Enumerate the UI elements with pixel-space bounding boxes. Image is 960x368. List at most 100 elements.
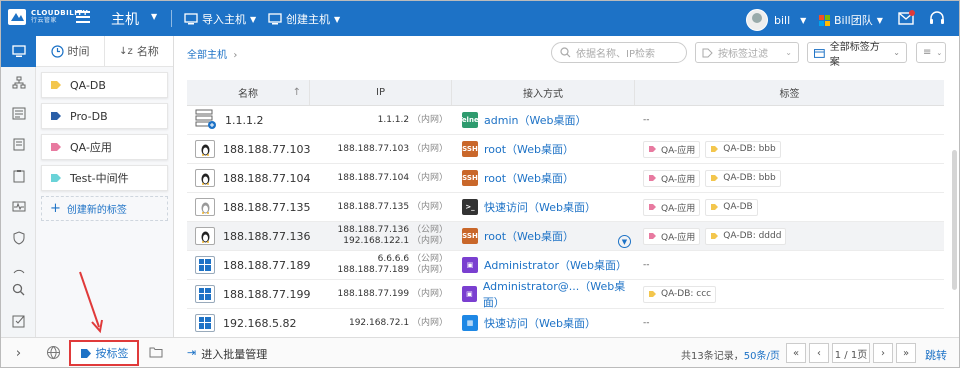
- col-tags[interactable]: 标签: [635, 80, 944, 105]
- tag-chip[interactable]: QA-应用: [643, 227, 701, 245]
- sort-az-icon: ↓z: [119, 45, 133, 57]
- table-header: 名称 ↑ IP 接入方式 标签: [187, 80, 944, 106]
- nav-monitor-icon[interactable]: [1, 191, 36, 222]
- message-icon[interactable]: [898, 10, 916, 26]
- sort-by-time-button[interactable]: 时间: [36, 36, 105, 66]
- globe-icon[interactable]: [46, 345, 61, 360]
- tag-item[interactable]: QA-DB: [41, 72, 168, 98]
- nav-search-icon[interactable]: [1, 274, 36, 305]
- tag-chip[interactable]: QA-DB: ccc: [643, 285, 717, 303]
- tag-item[interactable]: Test-中间件: [41, 165, 168, 191]
- by-tag-button[interactable]: 按标签: [69, 340, 139, 366]
- host-name[interactable]: 1.1.1.2: [187, 109, 310, 132]
- access-link[interactable]: ▦ 快速访问（Web桌面）: [452, 315, 635, 331]
- tag-scheme-select[interactable]: 全部标签方案 ⌄: [807, 42, 907, 68]
- table-row[interactable]: 192.168.5.82 192.168.72.1 （内网） ▦ 快速访问（Web桌面…: [187, 309, 944, 338]
- table-row[interactable]: 188.188.77.104 188.188.77.104 （内网） SSH root…: [187, 164, 944, 193]
- prev-page-button[interactable]: ‹: [809, 343, 829, 363]
- enter-icon: ⇥: [187, 346, 197, 359]
- page-title[interactable]: 主机: [111, 9, 139, 29]
- create-host-button[interactable]: 创建主机 ▼: [268, 11, 340, 27]
- dropdown-circle-icon[interactable]: ▼: [618, 235, 631, 248]
- ssh-icon: SSH: [462, 170, 478, 186]
- host-name[interactable]: 188.188.77.135: [187, 198, 310, 216]
- tag-chip[interactable]: QA-DB: dddd: [705, 227, 787, 245]
- nav-tasks-icon[interactable]: [1, 305, 36, 336]
- scrollbar[interactable]: [952, 150, 957, 290]
- nav-security-icon[interactable]: [1, 222, 36, 253]
- per-page-select[interactable]: 50条/页: [744, 351, 780, 362]
- tag-icon: [51, 81, 61, 89]
- col-ip[interactable]: IP: [310, 80, 452, 105]
- table-row[interactable]: 188.188.77.189 6.6.6.6 （公网） 188.188.77.189…: [187, 251, 944, 280]
- ssh-icon: SSH: [462, 141, 478, 157]
- host-ip: 192.168.72.1 （内网）: [348, 317, 448, 328]
- chevron-down-icon[interactable]: ▼: [151, 12, 157, 21]
- divider: [171, 10, 172, 27]
- sort-by-name-button[interactable]: ↓z 名称: [105, 36, 173, 66]
- import-host-button[interactable]: 导入主机 ▼: [184, 11, 256, 27]
- tag-filter-select[interactable]: 按标签过滤 ⌄: [695, 42, 799, 63]
- create-tag-button[interactable]: + 创建新的标签: [41, 196, 168, 221]
- windows-os-icon: [195, 256, 215, 274]
- expand-chevron-icon[interactable]: ›: [1, 338, 36, 368]
- headset-icon[interactable]: [929, 11, 945, 26]
- access-link[interactable]: ▣ Administrator（Web桌面）: [452, 257, 635, 273]
- tag-chip[interactable]: QA-应用: [643, 169, 701, 187]
- tag-chip[interactable]: QA-应用: [643, 140, 701, 158]
- tag-chip[interactable]: QA-DB: bbb: [705, 140, 781, 158]
- menu-icon[interactable]: [76, 11, 90, 23]
- search-input[interactable]: 依据名称、IP检索: [551, 42, 687, 63]
- table-row[interactable]: 188.188.77.135 188.188.77.135 （内网） >_ 快速访问（…: [187, 193, 944, 222]
- tag-item[interactable]: Pro-DB: [41, 103, 168, 129]
- windows-logo-icon: [819, 14, 830, 26]
- table-row[interactable]: 188.188.77.103 188.188.77.103 （内网） SSH root…: [187, 135, 944, 164]
- host-name[interactable]: 188.188.77.136: [187, 227, 310, 245]
- user-menu[interactable]: bill ▼: [746, 9, 806, 31]
- linux-os-icon: [195, 227, 215, 245]
- first-page-button[interactable]: «: [786, 343, 806, 363]
- tag-icon: [649, 291, 656, 297]
- table-row[interactable]: 188.188.77.199 188.188.77.199 （内网） ▣ Admini…: [187, 280, 944, 309]
- host-name[interactable]: 188.188.77.199: [187, 285, 310, 303]
- page-indicator[interactable]: 1 / 1页: [832, 343, 870, 363]
- access-link[interactable]: SSH root（Web桌面） ▼: [452, 228, 635, 248]
- tag-chip[interactable]: QA-DB: [705, 198, 758, 216]
- col-name[interactable]: 名称 ↑: [187, 80, 310, 105]
- host-name[interactable]: 188.188.77.189: [187, 256, 310, 274]
- breadcrumb[interactable]: 全部主机 ›: [187, 46, 237, 61]
- tag-chip[interactable]: QA-应用: [643, 198, 701, 216]
- access-link[interactable]: SSH root（Web桌面）: [452, 170, 635, 186]
- rdp-icon: ▣: [462, 257, 478, 273]
- tag-icon: [649, 175, 656, 181]
- linux-os-icon: [195, 169, 215, 187]
- jump-link[interactable]: 跳转: [925, 347, 947, 363]
- host-name[interactable]: 192.168.5.82: [187, 314, 310, 332]
- host-ip: 188.188.77.135 （内网）: [337, 201, 448, 212]
- next-page-button[interactable]: ›: [873, 343, 893, 363]
- host-name[interactable]: 188.188.77.103: [187, 140, 310, 158]
- nav-file-icon[interactable]: [1, 98, 36, 129]
- table-row[interactable]: 1.1.1.2 1.1.1.2 （内网） Telnet admin（Web桌面） --: [187, 106, 944, 135]
- nav-storage-icon[interactable]: [1, 129, 36, 160]
- nav-topology-icon[interactable]: [1, 67, 36, 98]
- access-link[interactable]: Telnet admin（Web桌面）: [452, 112, 635, 128]
- access-link[interactable]: >_ 快速访问（Web桌面）: [452, 199, 635, 215]
- host-name[interactable]: 188.188.77.104: [187, 169, 310, 187]
- col-access[interactable]: 接入方式: [452, 80, 635, 105]
- nav-clipboard-icon[interactable]: [1, 160, 36, 191]
- team-menu[interactable]: Bill团队 ▼: [819, 12, 883, 28]
- last-page-button[interactable]: »: [896, 343, 916, 363]
- nav-host-icon[interactable]: [1, 36, 36, 67]
- folder-icon[interactable]: [149, 346, 163, 358]
- tag-item[interactable]: QA-应用: [41, 134, 168, 160]
- host-table: 名称 ↑ IP 接入方式 标签 1.1.1.2 1.1.1.2 （内网） Telnet…: [187, 80, 957, 338]
- access-link[interactable]: ▣ Administrator@...（Web桌面）: [452, 278, 635, 310]
- tag-chip[interactable]: QA-DB: bbb: [705, 169, 781, 187]
- list-options-button[interactable]: ≡ ⌄: [916, 42, 946, 63]
- table-row[interactable]: 188.188.77.136 188.188.77.136 （公网） 192.168…: [187, 222, 944, 251]
- access-link[interactable]: SSH root（Web桌面）: [452, 141, 635, 157]
- batch-manage-button[interactable]: ⇥ 进入批量管理: [187, 346, 267, 362]
- host-tags: QA-应用 QA-DB: bbb: [635, 169, 944, 187]
- calendar-icon: [814, 48, 825, 58]
